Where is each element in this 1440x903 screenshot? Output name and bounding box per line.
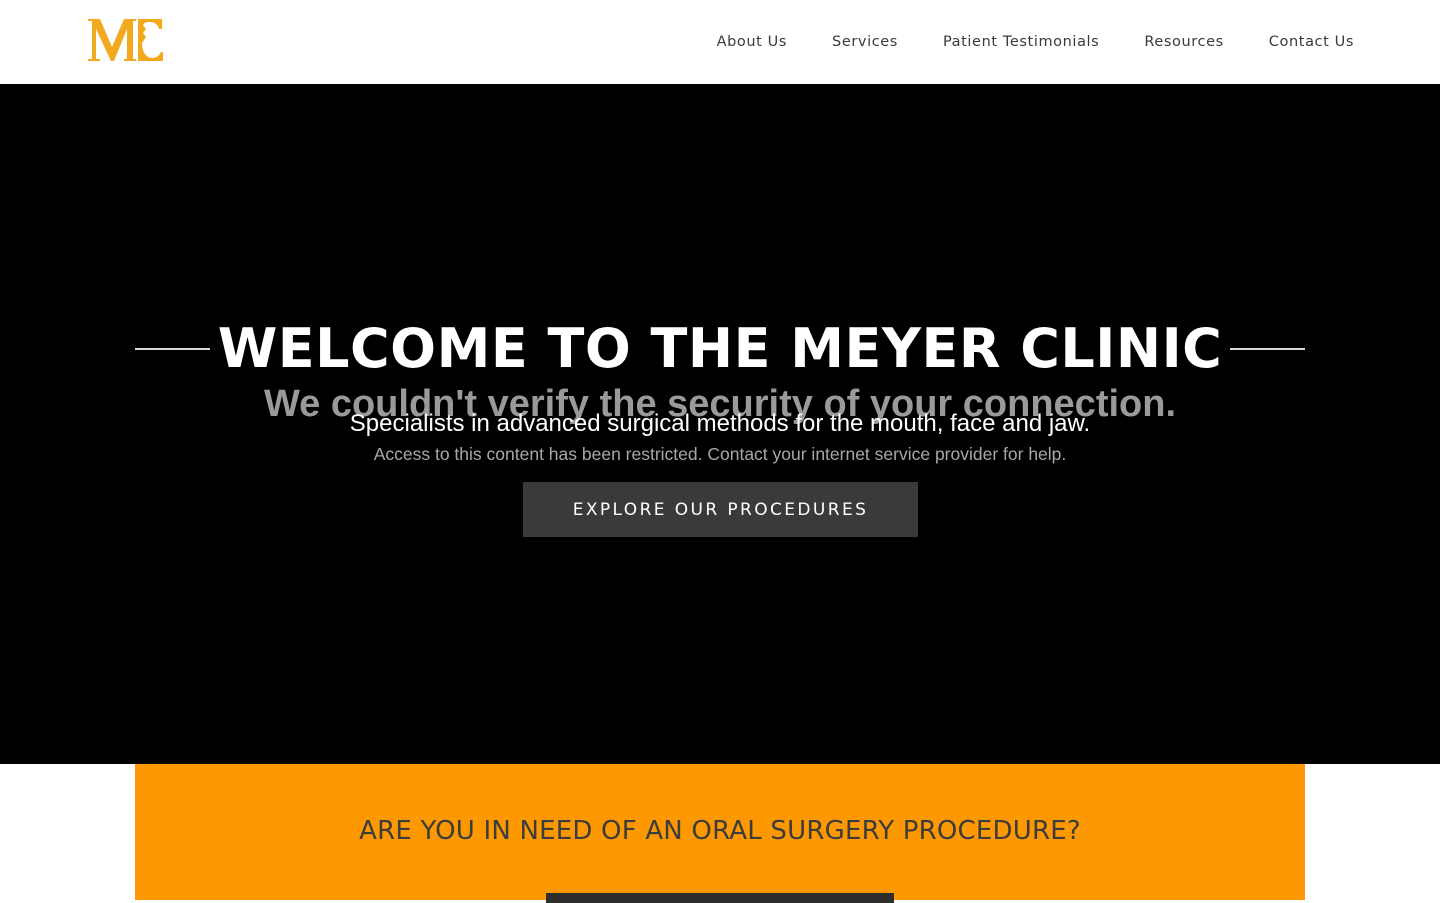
cta-heading: ARE YOU IN NEED OF AN ORAL SURGERY PROCE… [359, 816, 1081, 846]
mc-monogram-logo-icon [88, 19, 163, 61]
nav-about-us[interactable]: About Us [717, 34, 787, 50]
hero-subtitle: Specialists in advanced surgical methods… [349, 410, 1091, 437]
oral-surgery-cta-section: ARE YOU IN NEED OF AN ORAL SURGERY PROCE… [135, 764, 1305, 903]
mc-logo[interactable] [86, 17, 164, 63]
explore-procedures-button[interactable]: EXPLORE OUR PROCEDURES [523, 482, 918, 537]
site-header: About Us Services Patient Testimonials R… [0, 0, 1440, 84]
hero-divider-left [135, 348, 210, 350]
hero-title: WELCOME TO THE MEYER CLINIC [217, 317, 1223, 380]
main-nav: About Us Services Patient Testimonials R… [717, 0, 1354, 84]
nav-patient-testimonials[interactable]: Patient Testimonials [943, 34, 1099, 50]
cta-button[interactable] [546, 893, 894, 903]
hero-section: WELCOME TO THE MEYER CLINIC We couldn't … [0, 84, 1440, 764]
nav-services[interactable]: Services [832, 34, 898, 50]
connection-error-message: Access to this content has been restrict… [373, 444, 1067, 464]
nav-contact-us[interactable]: Contact Us [1269, 34, 1354, 50]
hero-title-row: WELCOME TO THE MEYER CLINIC [0, 316, 1440, 382]
nav-resources[interactable]: Resources [1144, 34, 1223, 50]
hero-divider-right [1230, 348, 1305, 350]
